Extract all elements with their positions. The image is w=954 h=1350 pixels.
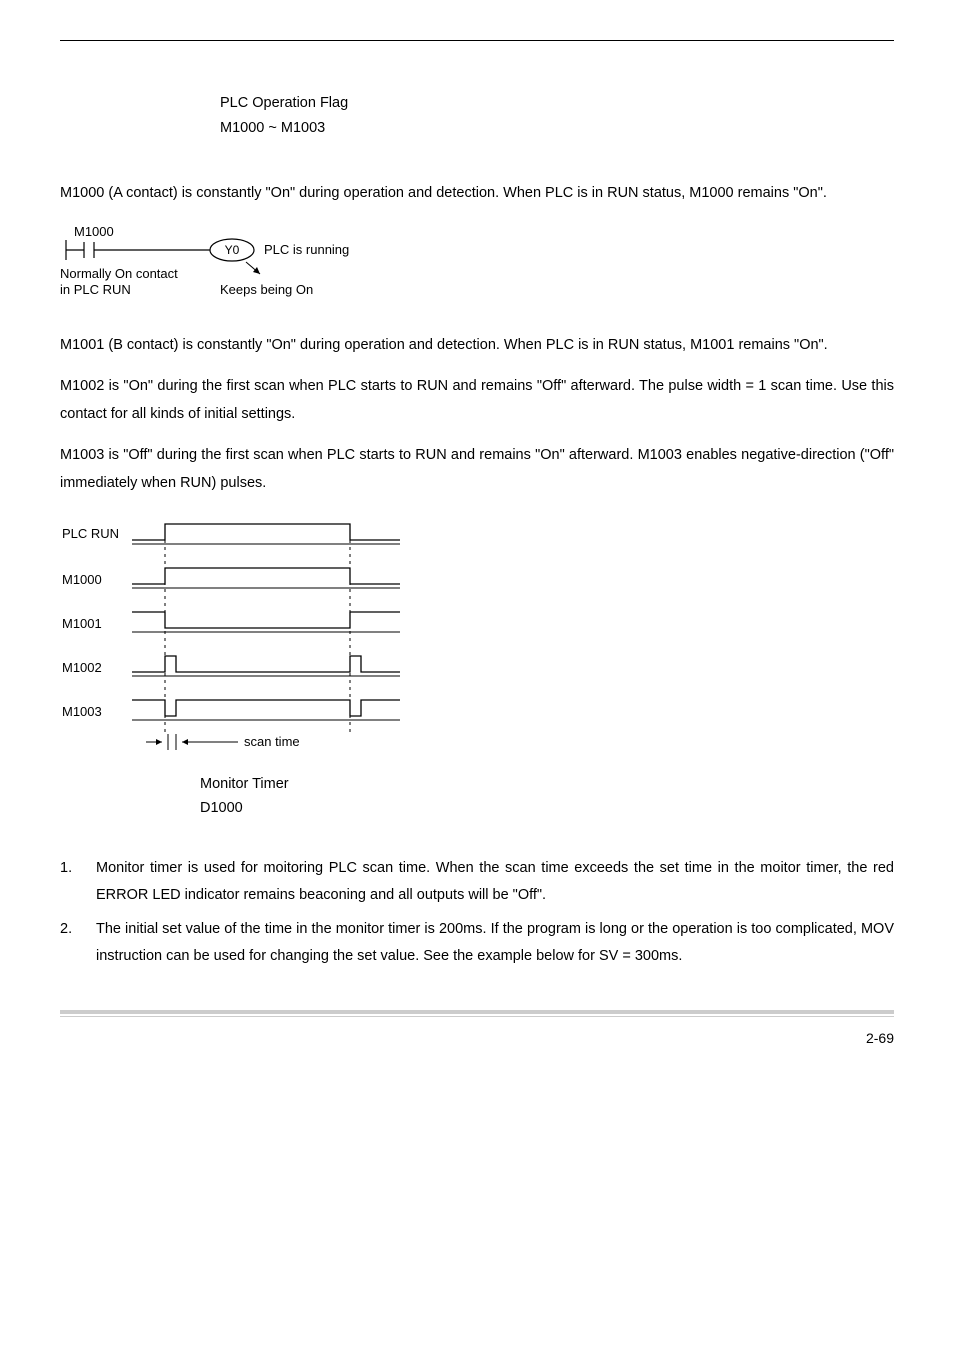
- timing-label-m1000: M1000: [62, 572, 102, 587]
- relay-label: M1000: [74, 224, 114, 239]
- m1001-paragraph: M1001 (B contact) is constantly "On" dur…: [60, 332, 894, 360]
- heading-line-1: PLC Operation Flag: [220, 91, 894, 116]
- list-item: 1. Monitor timer is used for moitoring P…: [60, 855, 894, 909]
- footer-divider-thick: [60, 1010, 894, 1014]
- normally-on-label-1: Normally On contact: [60, 266, 178, 281]
- page-number: 2-69: [60, 1025, 894, 1052]
- timing-label-m1001: M1001: [62, 616, 102, 631]
- ladder-diagram: M1000 Y0 PLC is running Normally On cont…: [60, 222, 894, 302]
- timing-diagram: PLC RUN M1000 M1001 M1002 M1003 scan tim…: [60, 518, 894, 768]
- heading2-line-2: D1000: [200, 796, 894, 821]
- timing-label-m1002: M1002: [62, 660, 102, 675]
- list-body: Monitor timer is used for moitoring PLC …: [96, 855, 894, 909]
- scan-time-label: scan time: [244, 734, 300, 749]
- plc-running-label: PLC is running: [264, 242, 349, 257]
- m1002-paragraph: M1002 is "On" during the first scan when…: [60, 373, 894, 428]
- footer-divider-thin: [60, 1016, 894, 1017]
- numbered-list: 1. Monitor timer is used for moitoring P…: [60, 855, 894, 970]
- monitor-timer-heading: Monitor Timer D1000: [200, 772, 894, 821]
- keeps-on-label: Keeps being On: [220, 282, 313, 297]
- m1003-paragraph: M1003 is "Off" during the first scan whe…: [60, 442, 894, 497]
- top-divider: [60, 40, 894, 41]
- m1000-paragraph: M1000 (A contact) is constantly "On" dur…: [60, 180, 894, 208]
- timing-label-m1003: M1003: [62, 704, 102, 719]
- list-number: 1.: [60, 855, 96, 909]
- normally-on-label-2: in PLC RUN: [60, 282, 131, 297]
- list-number: 2.: [60, 916, 96, 970]
- output-label: Y0: [225, 243, 240, 257]
- list-item: 2. The initial set value of the time in …: [60, 916, 894, 970]
- list-body: The initial set value of the time in the…: [96, 916, 894, 970]
- plc-op-flag-heading: PLC Operation Flag M1000 ~ M1003: [220, 91, 894, 140]
- heading-line-2: M1000 ~ M1003: [220, 116, 894, 141]
- timing-label-plc-run: PLC RUN: [62, 526, 119, 541]
- heading2-line-1: Monitor Timer: [200, 772, 894, 797]
